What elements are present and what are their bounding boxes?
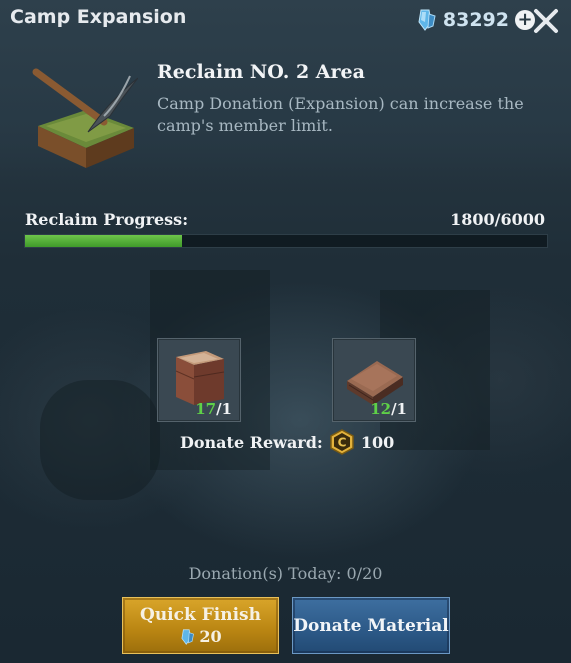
- progress-value: 1800/6000: [450, 210, 545, 229]
- quick-finish-cost: 20: [179, 627, 222, 646]
- material-count: 12/1: [370, 400, 407, 418]
- material-slot-2[interactable]: 12/1: [332, 338, 416, 422]
- close-button[interactable]: [531, 6, 561, 36]
- donate-reward: Donate Reward: C 100: [180, 429, 394, 455]
- donate-material-button[interactable]: Donate Material: [292, 597, 450, 654]
- window-title: Camp Expansion: [10, 6, 187, 28]
- progress-bar: [24, 234, 548, 248]
- progress-fill: [25, 235, 182, 247]
- donate-material-label: Donate Material: [293, 615, 449, 636]
- material-count: 17/1: [195, 400, 232, 418]
- svg-text:C: C: [337, 436, 346, 450]
- area-title: Reclaim NO. 2 Area: [157, 61, 365, 83]
- background-shape: [40, 380, 160, 500]
- donations-today-counter: Donation(s) Today: 0/20: [188, 564, 383, 583]
- camp-coin-icon: C: [330, 429, 354, 455]
- currency-display: 83292 +: [415, 8, 535, 32]
- progress-label: Reclaim Progress:: [25, 210, 189, 229]
- close-icon: [534, 9, 558, 33]
- quick-finish-button[interactable]: Quick Finish 20: [122, 597, 279, 654]
- currency-amount: 83292: [442, 9, 509, 31]
- reward-amount: 100: [360, 432, 395, 452]
- crystal-icon: [181, 628, 195, 645]
- pickaxe-icon: [26, 62, 139, 174]
- quick-finish-label: Quick Finish: [140, 605, 261, 625]
- crystal-icon: [418, 9, 436, 31]
- material-slot-1[interactable]: 17/1: [157, 338, 241, 422]
- area-description: Camp Donation (Expansion) can increase t…: [157, 94, 524, 135]
- reward-label: Donate Reward:: [180, 432, 323, 452]
